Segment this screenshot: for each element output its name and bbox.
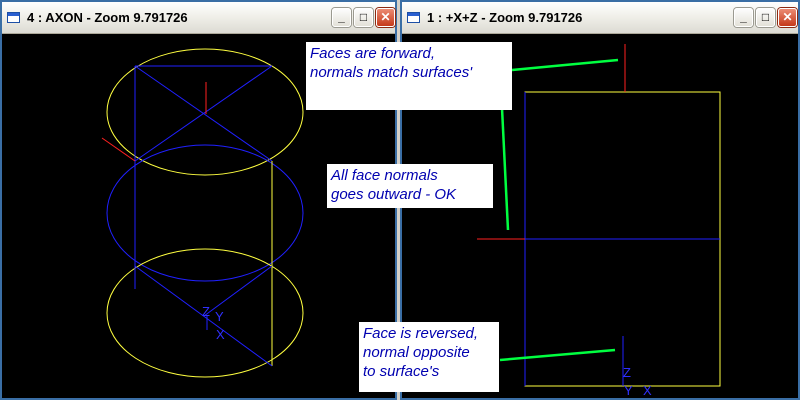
minimize-icon: _ <box>740 10 747 24</box>
maximize-button[interactable]: □ <box>354 8 373 27</box>
window-titlebar[interactable]: 4 : AXON - Zoom 9.791726 _ □ ✕ <box>2 2 395 34</box>
annotation-reversed: Face is reversed, normal opposite to sur… <box>359 322 499 392</box>
close-icon: ✕ <box>782 10 793 24</box>
close-button[interactable]: ✕ <box>376 8 395 27</box>
minimize-button[interactable]: _ <box>332 8 351 27</box>
window-title: 1 : +X+Z - Zoom 9.791726 <box>427 10 583 25</box>
window-icon <box>407 12 420 23</box>
window-icon <box>7 12 20 23</box>
middle-ellipse <box>106 144 304 282</box>
axis-label-y: Y <box>624 383 633 398</box>
maximize-button[interactable]: □ <box>756 8 775 27</box>
annotation-forward: Faces are forward, normals match surface… <box>306 42 512 110</box>
window-title: 4 : AXON - Zoom 9.791726 <box>27 10 188 25</box>
axis-label-x: X <box>643 383 652 398</box>
close-icon: ✕ <box>380 10 391 24</box>
minimize-icon: _ <box>338 10 345 24</box>
axis-label-x: X <box>216 327 225 342</box>
annotation-outward: All face normals goes outward - OK <box>327 164 493 208</box>
minimize-button[interactable]: _ <box>734 8 753 27</box>
window-titlebar[interactable]: 1 : +X+Z - Zoom 9.791726 _ □ ✕ <box>402 2 798 34</box>
axis-label-y: Y <box>215 309 224 324</box>
close-button[interactable]: ✕ <box>778 8 797 27</box>
maximize-icon: □ <box>359 10 368 24</box>
axis-label-z: Z <box>202 304 210 319</box>
axis-label-z: Z <box>623 365 631 380</box>
maximize-icon: □ <box>761 10 770 24</box>
